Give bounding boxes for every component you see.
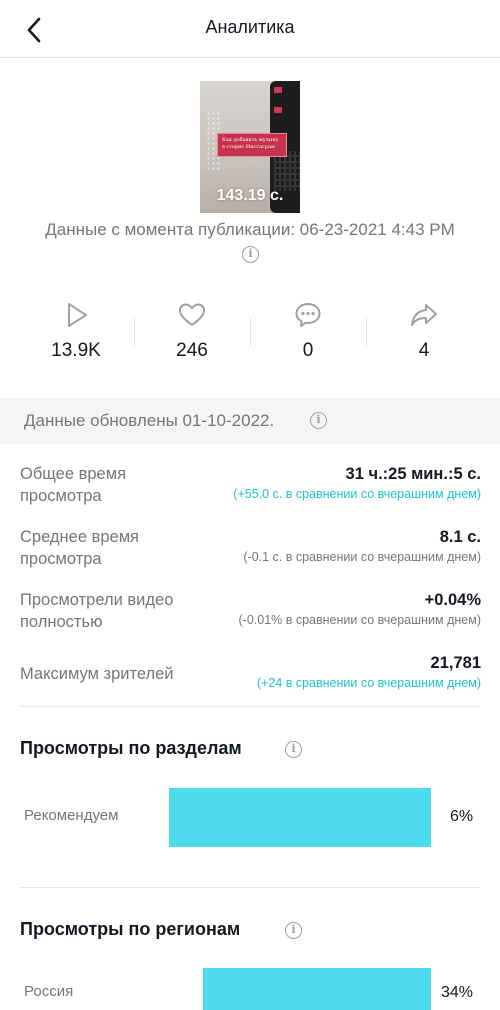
info-icon[interactable]: i xyxy=(310,412,327,429)
thumbnail-caption: Как добавить музыку в сторис Инстаграм xyxy=(217,133,287,157)
metric-label: Просмотрели видео полностью xyxy=(20,591,174,631)
bar-percent: 6% xyxy=(450,808,474,825)
likes-count: 246 xyxy=(176,340,208,361)
shares-count: 4 xyxy=(418,340,430,361)
metric-delta: (-0.01% в сравнении со вчерашним днем) xyxy=(238,613,482,627)
stat-comments: 0 xyxy=(250,300,366,370)
divider xyxy=(20,706,481,707)
comment-icon xyxy=(295,303,321,327)
video-stats: 13.9K 246 0 4 xyxy=(18,300,482,370)
comments-count: 0 xyxy=(302,340,314,361)
metric-value: 8.1 с. xyxy=(439,528,481,546)
metric-value: 21,781 xyxy=(430,654,481,672)
data-updated-text: Данные обновлены 01-10-2022. xyxy=(24,411,275,430)
section-title-by-source: Просмотры по разделам xyxy=(20,738,242,758)
heart-icon xyxy=(179,303,205,326)
metric-delta: (+55.0 с. в сравнении со вчерашним днем) xyxy=(233,487,481,501)
metric-label: Максимум зрителей xyxy=(20,665,174,683)
metric-delta: (+24 в сравнении со вчерашним днем) xyxy=(256,676,481,690)
metric-label: Общее время просмотра xyxy=(20,465,127,505)
page-title: Аналитика xyxy=(205,17,295,37)
metric-value: 31 ч.:25 мин.:5 с. xyxy=(345,465,481,483)
data-updated-bar: Данные обновлены 01-10-2022. i xyxy=(0,398,500,444)
views-count: 13.9K xyxy=(51,340,101,361)
stat-shares: 4 xyxy=(366,300,482,370)
stat-likes: 246 xyxy=(134,300,250,370)
bar-label: Россия xyxy=(24,983,74,1000)
video-thumbnail[interactable]: Как добавить музыку в сторис Инстаграм 1… xyxy=(200,81,300,213)
bar-label: Рекомендуем xyxy=(24,807,119,824)
published-date: Данные с момента публикации: 06-23-2021 … xyxy=(45,220,455,239)
divider xyxy=(20,887,481,888)
bar-percent: 34% xyxy=(441,984,474,1001)
metric-label: Среднее время просмотра xyxy=(20,528,139,568)
play-icon xyxy=(68,303,87,327)
metric-value: +0.04% xyxy=(424,591,481,609)
app-header: Аналитика xyxy=(0,0,500,58)
bar-region-russia xyxy=(203,968,431,1010)
section-title-by-region: Просмотры по регионам xyxy=(20,919,241,939)
info-icon[interactable]: i xyxy=(285,741,302,758)
bar-source-recommended xyxy=(169,788,431,847)
stat-views: 13.9K xyxy=(18,300,134,370)
metric-delta: (-0.1 с. в сравнении со вчерашним днем) xyxy=(243,550,481,564)
video-duration: 143.19 с. xyxy=(216,187,284,204)
info-icon[interactable]: i xyxy=(285,922,302,939)
info-icon[interactable]: i xyxy=(242,246,259,263)
share-icon xyxy=(411,304,437,326)
